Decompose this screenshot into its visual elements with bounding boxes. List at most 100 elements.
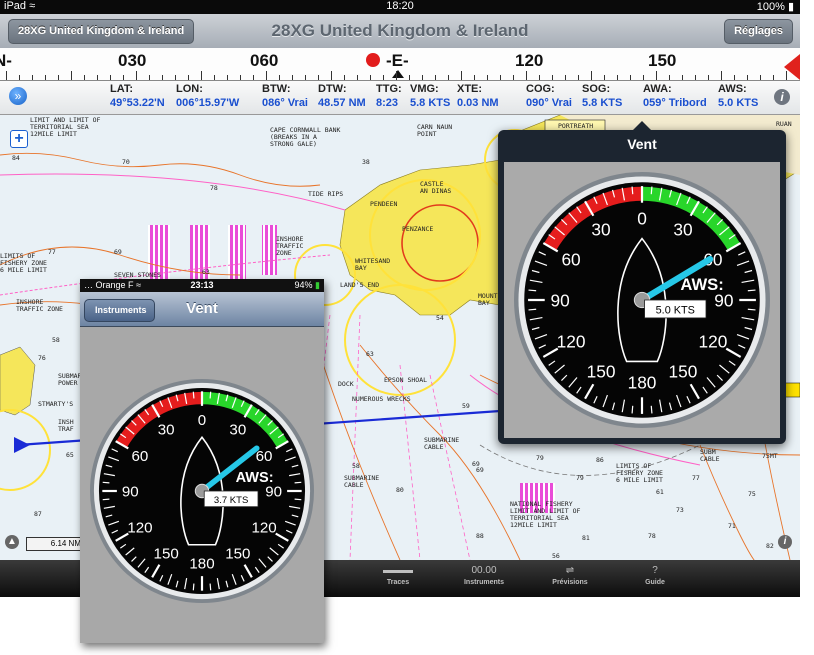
depth-sounding: 82 <box>766 542 774 550</box>
depth-sounding: 79 <box>536 454 544 462</box>
compass-tick <box>461 71 462 80</box>
compass-tick <box>617 75 618 80</box>
depth-sounding: 78 <box>648 532 656 540</box>
compass-tick <box>604 75 605 80</box>
gauge-tick <box>294 481 302 484</box>
compass-label: N- <box>0 51 12 70</box>
gauge-tick <box>209 583 212 591</box>
compass-tick <box>565 75 566 80</box>
compass-tick <box>84 75 85 80</box>
gauge-tick <box>650 186 653 195</box>
settings-button[interactable]: Réglages <box>724 19 793 44</box>
compass-tick <box>435 75 436 80</box>
chart-label: INSH TRAF <box>58 418 74 433</box>
depth-sounding: 69 <box>114 248 122 256</box>
popover-title: Vent <box>627 136 657 152</box>
depth-sounding: 77 <box>48 248 56 256</box>
scale-bar: 6.14 NM <box>26 537 85 551</box>
compass-tick <box>227 75 228 80</box>
info-icon[interactable]: i <box>774 89 790 105</box>
depth-sounding: 65 <box>66 451 74 459</box>
chart-label: WHITESAND BAY <box>355 257 391 272</box>
gauge-angle-label: 0 <box>198 412 206 429</box>
sog-field: SOG: 5.8 KTS <box>582 83 623 109</box>
compass-tick <box>318 75 319 80</box>
compass-tick <box>266 71 267 80</box>
compass-tick <box>682 75 683 80</box>
compass-tick <box>695 75 696 80</box>
gauge-angle-label: 150 <box>669 361 698 381</box>
gauge-angle-label: 90 <box>265 484 282 501</box>
compass-tick <box>760 75 761 80</box>
plus-icon[interactable]: + <box>10 130 28 148</box>
chart-label: DOCK <box>338 380 354 388</box>
compass-tick <box>214 75 215 80</box>
compass-label: -E- <box>386 51 409 70</box>
compass-tick <box>58 75 59 80</box>
compass-tick <box>747 75 748 80</box>
compass-tick <box>474 75 475 80</box>
wind-popover: Vent 0 30 60 90 120 150 180 150 120 90 60 30 AWS: 5.0… <box>498 121 786 444</box>
compass-strip[interactable]: N- 030 060 -E- 120 150 <box>0 48 800 81</box>
expand-arrow-icon[interactable]: » <box>9 87 27 105</box>
compass-tick <box>292 75 293 80</box>
compass-tick <box>188 75 189 80</box>
compass-tick <box>6 71 7 80</box>
gauge-angle-label: 120 <box>251 519 276 536</box>
compass-label: 120 <box>515 51 544 70</box>
gauge-tick <box>192 583 195 591</box>
depth-sounding: 81 <box>582 534 590 542</box>
wind-gauge: 0306090120150180150120906030AWS:5.0 KTS <box>514 172 770 428</box>
gauge-angle-label: 90 <box>550 290 569 310</box>
tab-forecasts[interactable]: ⇌ Prévisions <box>530 563 610 586</box>
compass-tick <box>643 75 644 80</box>
depth-sounding: 56 <box>552 552 560 560</box>
tab-guide[interactable]: ? Guide <box>615 563 695 586</box>
gauge-angle-label: 30 <box>158 422 175 439</box>
aws-label: AWS: <box>236 470 274 486</box>
chart-label: CAPE CORNWALL BANK (BREAKS IN A STRONG G… <box>270 126 341 148</box>
compass-tick <box>773 75 774 80</box>
chart-label: RUAN <box>776 120 792 128</box>
chart-label: LAND'S END <box>340 281 380 289</box>
compass-tick <box>500 75 501 80</box>
chart-label: NUMEROUS WRECKS <box>352 395 411 403</box>
depth-sounding: 76 <box>38 354 46 362</box>
tab-traces[interactable]: ▬▬▬ Traces <box>358 563 438 586</box>
depth-sounding: 58 <box>352 462 360 470</box>
page-title: 28XG United Kingdom & Ireland <box>271 21 529 40</box>
heading-marker-icon <box>366 53 380 67</box>
map-info-icon[interactable]: i <box>778 535 792 549</box>
compass-tick <box>630 75 631 80</box>
compass-tick <box>175 75 176 80</box>
bearing-pointer-icon <box>392 70 404 78</box>
depth-sounding: 84 <box>12 154 20 162</box>
gauge-angle-label: 180 <box>628 372 657 392</box>
tab-instruments[interactable]: 00.00 Instruments <box>444 563 524 586</box>
battery-icon: ▮ <box>787 1 794 13</box>
chart-label: NATIONAL FISHERY LIMIT AND LIMIT OF TERR… <box>510 500 581 529</box>
center-arrow-icon[interactable]: ▲ <box>5 535 19 549</box>
compass-tick <box>383 75 384 80</box>
gauge-angle-label: 30 <box>673 219 692 239</box>
compass-tick <box>578 75 579 80</box>
iphone-screen: … Orange F ≈ 23:13 94% ▮ Instruments Ven… <box>80 279 324 643</box>
compass-tick <box>721 71 722 80</box>
compass-tick <box>32 75 33 80</box>
chart-label: SUBMARINE CABLE <box>344 474 380 489</box>
gauge-tick <box>528 308 537 311</box>
depth-sounding: 80 <box>396 486 404 494</box>
chart-label: SEVEN STONES <box>114 271 161 279</box>
battery-icon: ▮ <box>315 280 320 290</box>
popover-body: 0 30 60 90 120 150 180 150 120 90 60 30 AWS: 5.0 KTS <box>504 162 780 438</box>
compass-tick <box>422 75 423 80</box>
depth-sounding: 79 <box>576 474 584 482</box>
gauge-angle-label: 60 <box>132 448 149 465</box>
compass-tick <box>669 75 670 80</box>
compass-tick <box>370 75 371 80</box>
depth-sounding: 73 <box>676 506 684 514</box>
compass-tick <box>279 75 280 80</box>
gauge-tick <box>102 481 110 484</box>
compass-label: 030 <box>118 51 147 70</box>
gauge-angle-label: 150 <box>225 546 250 563</box>
